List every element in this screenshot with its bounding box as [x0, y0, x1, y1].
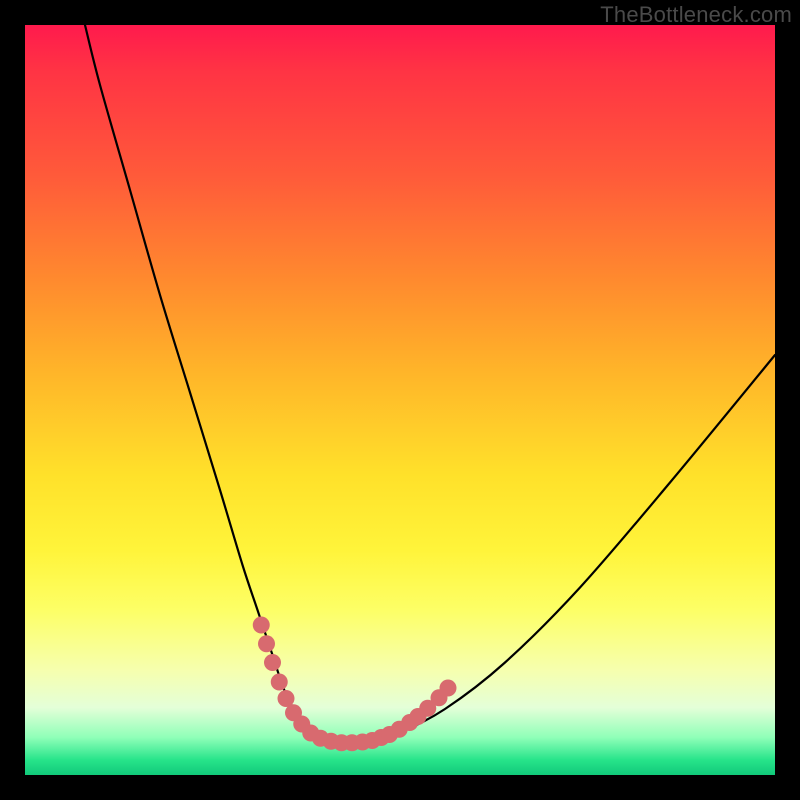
marker-dot	[258, 635, 275, 652]
marker-dot	[271, 674, 288, 691]
bottleneck-chart	[25, 25, 775, 775]
bottleneck-curve	[85, 25, 775, 744]
marker-dot	[440, 680, 457, 697]
marker-dot	[253, 617, 270, 634]
chart-frame	[25, 25, 775, 775]
bottleneck-markers	[253, 617, 457, 752]
watermark-text: TheBottleneck.com	[600, 2, 792, 28]
marker-dot	[264, 654, 281, 671]
